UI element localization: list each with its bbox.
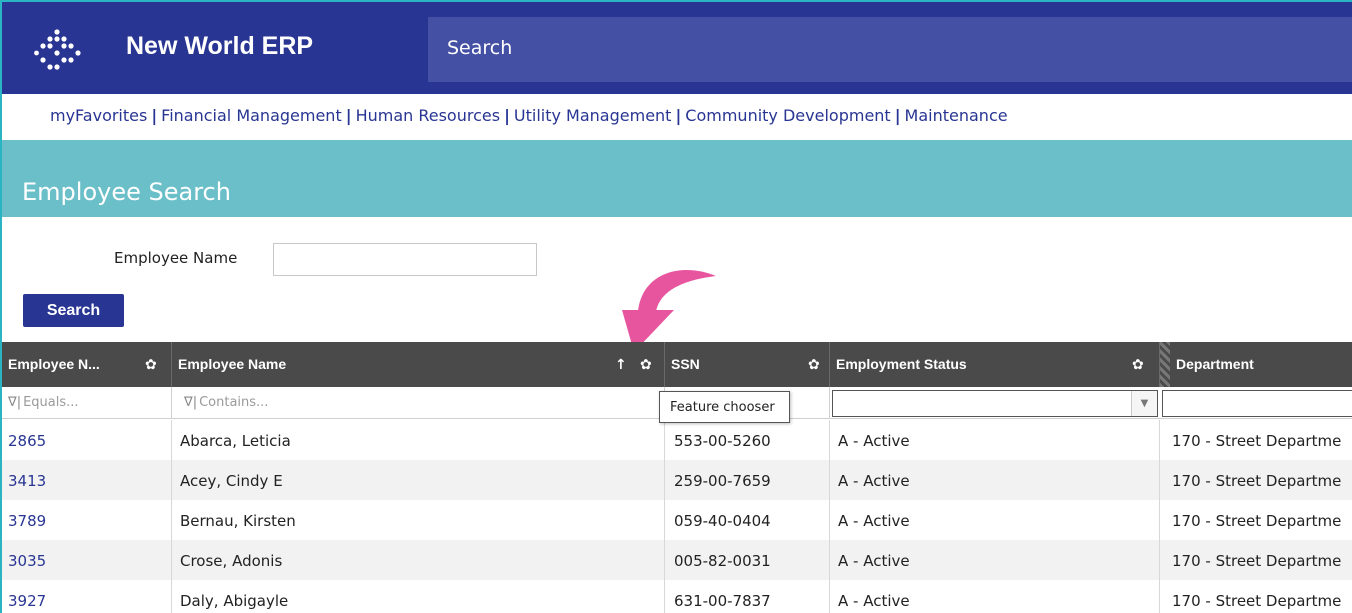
menu-item-human-resources[interactable]: Human Resources — [356, 106, 501, 125]
filter-employment-status-select[interactable]: ▼ — [832, 390, 1158, 417]
cell-department: 170 - Street Departme — [1172, 512, 1342, 530]
column-label: Employment Status — [836, 356, 967, 372]
cell-employee-number[interactable]: 3413 — [2, 460, 172, 500]
cell-employment-status: A - Active — [830, 420, 1160, 460]
cell-employee-name: Abarca, Leticia — [172, 420, 665, 460]
gear-icon[interactable]: ✿ — [145, 358, 159, 372]
table-row[interactable]: 3035 Crose, Adonis 005-82-0031 A - Activ… — [2, 540, 1352, 580]
gear-icon[interactable]: ✿ — [808, 358, 822, 372]
cell-department: 170 - Street Departme — [1172, 592, 1342, 610]
cell-ssn: 005-82-0031 — [665, 540, 830, 580]
column-header-ssn[interactable]: SSN — [665, 342, 830, 387]
menu-separator: | — [345, 106, 352, 125]
sort-ascending-icon[interactable]: ↑ — [615, 357, 627, 373]
table-row[interactable]: 2865 Abarca, Leticia 553-00-5260 A - Act… — [2, 420, 1352, 460]
filter-icon: ∇| — [8, 395, 22, 410]
column-header-employment-status[interactable]: Employment Status — [830, 342, 1160, 387]
search-button[interactable]: Search — [23, 294, 124, 327]
cell-employment-status: A - Active — [830, 460, 1160, 500]
column-label: Employee N... — [8, 356, 100, 372]
employee-name-input[interactable] — [273, 243, 537, 276]
cell-employee-number[interactable]: 3789 — [2, 500, 172, 540]
menu-item-myfavorites[interactable]: myFavorites — [50, 106, 147, 125]
filter-employee-number[interactable]: ∇| Equals... — [2, 387, 172, 419]
cell-ssn: 059-40-0404 — [665, 500, 830, 540]
menu-item-maintenance[interactable]: Maintenance — [905, 106, 1008, 125]
cell-employment-status: A - Active — [830, 580, 1160, 613]
menu-item-community-development[interactable]: Community Development — [685, 106, 890, 125]
cell-employee-name: Daly, Abigayle — [172, 580, 665, 613]
menu-separator: | — [504, 106, 510, 125]
table-row[interactable]: 3789 Bernau, Kirsten 059-40-0404 A - Act… — [2, 500, 1352, 540]
grid-header: Employee N... ✿ Employee Name ↑ ✿ SSN ✿ … — [2, 342, 1352, 387]
column-header-employee-name[interactable]: Employee Name — [172, 342, 665, 387]
cell-employment-status: A - Active — [830, 500, 1160, 540]
global-search-input[interactable]: Search — [428, 17, 1352, 82]
menu-separator: | — [151, 106, 158, 125]
top-header: New World ERP Search — [2, 2, 1352, 94]
page-title: Employee Search — [22, 178, 231, 206]
filter-employee-name[interactable]: ∇| Contains... — [172, 387, 665, 419]
feature-chooser-tooltip: Feature chooser — [659, 391, 790, 423]
menu-item-utility-management[interactable]: Utility Management — [514, 106, 672, 125]
menu-separator: | — [894, 106, 901, 125]
cell-employee-name: Crose, Adonis — [172, 540, 665, 580]
cell-ssn: 631-00-7837 — [665, 580, 830, 613]
menu-item-financial-management[interactable]: Financial Management — [161, 106, 342, 125]
column-label: Department — [1176, 356, 1254, 372]
column-label: Employee Name — [178, 356, 287, 372]
cell-department: 170 - Street Departme — [1172, 472, 1342, 490]
cell-employee-number[interactable]: 3927 — [2, 580, 172, 613]
menu-separator: | — [675, 106, 682, 125]
cell-ssn: 259-00-7659 — [665, 460, 830, 500]
gear-icon[interactable]: ✿ — [640, 358, 654, 372]
gear-icon[interactable]: ✿ — [1132, 358, 1146, 372]
cell-ssn: 553-00-5260 — [665, 420, 830, 460]
column-header-department[interactable]: Department — [1170, 342, 1352, 387]
cell-employment-status: A - Active — [830, 540, 1160, 580]
cell-department: 170 - Street Departme — [1172, 552, 1342, 570]
employee-name-label: Employee Name — [114, 249, 238, 267]
cell-department: 170 - Street Departme — [1172, 432, 1342, 450]
cell-employee-name: Acey, Cindy E — [172, 460, 665, 500]
column-label: SSN — [671, 356, 700, 372]
main-menu: myFavorites | Financial Management | Human R… — [2, 96, 1352, 140]
app-title[interactable]: New World ERP — [126, 32, 313, 61]
filter-placeholder: Equals... — [23, 395, 79, 410]
cell-employee-name: Bernau, Kirsten — [172, 500, 665, 540]
dropdown-arrow-icon[interactable]: ▼ — [1131, 391, 1157, 416]
app-logo-icon[interactable] — [34, 28, 92, 72]
filter-department-select[interactable] — [1162, 390, 1352, 417]
column-resize-handle[interactable] — [1160, 342, 1170, 387]
page-title-band: Employee Search — [2, 140, 1352, 217]
filter-placeholder: Contains... — [199, 395, 269, 410]
cell-employee-number[interactable]: 2865 — [2, 420, 172, 460]
table-row[interactable]: 3927 Daly, Abigayle 631-00-7837 A - Acti… — [2, 580, 1352, 613]
cell-employee-number[interactable]: 3035 — [2, 540, 172, 580]
table-row[interactable]: 3413 Acey, Cindy E 259-00-7659 A - Activ… — [2, 460, 1352, 500]
filter-icon: ∇| — [184, 395, 198, 410]
